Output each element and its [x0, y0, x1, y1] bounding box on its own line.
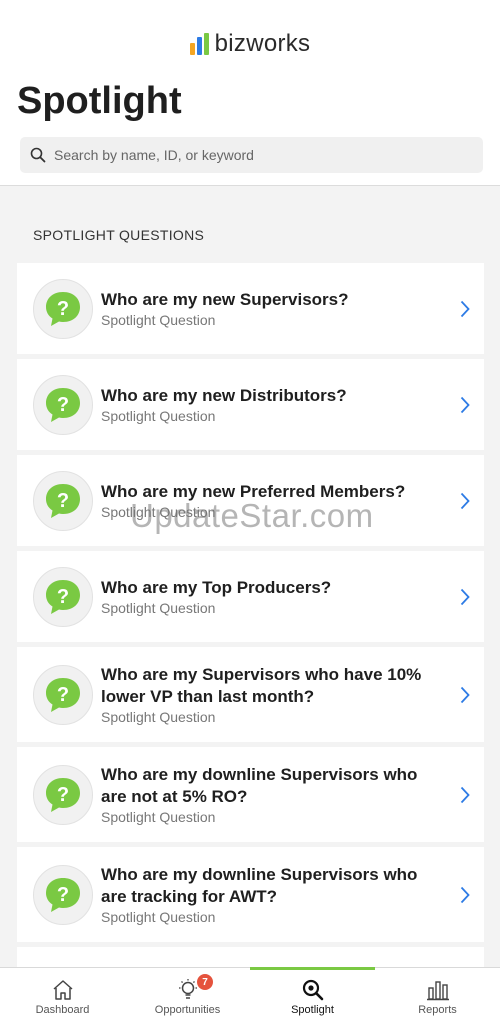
- question-bubble-icon: ?: [33, 374, 93, 435]
- chevron-right-icon: [460, 686, 470, 703]
- bar-chart-icon: [426, 981, 449, 1001]
- question-bubble-icon: ?: [33, 566, 93, 627]
- page-title: Spotlight: [17, 80, 182, 122]
- tab-spotlight[interactable]: Spotlight: [250, 967, 375, 1024]
- brand-header: bizworks: [0, 30, 500, 58]
- chevron-right-icon: [460, 786, 470, 803]
- spotlight-content[interactable]: SPOTLIGHT QUESTIONS ? Who are my new Sup…: [0, 185, 500, 967]
- question-card-partial[interactable]: [17, 947, 484, 967]
- question-title: Who are my Supervisors who have 10% lowe…: [101, 665, 422, 706]
- question-card[interactable]: ? Who are my downline Supervisors who ar…: [17, 847, 484, 942]
- question-bubble-icon: ?: [33, 664, 93, 725]
- question-subtitle: Spotlight Question: [101, 709, 216, 725]
- search-icon: [302, 979, 323, 1001]
- chevron-right-icon: [460, 886, 470, 903]
- chevron-right-icon: [460, 492, 470, 509]
- tab-label: Opportunities: [154, 1004, 221, 1016]
- home-icon: [53, 980, 72, 1000]
- question-card[interactable]: ? Who are my new Distributors? Spotlight…: [17, 359, 484, 450]
- tab-reports[interactable]: Reports: [375, 968, 500, 1024]
- question-subtitle: Spotlight Question: [101, 504, 216, 520]
- question-title: Who are my downline Supervisors who are …: [101, 865, 418, 906]
- question-subtitle: Spotlight Question: [101, 312, 216, 328]
- chevron-right-icon: [460, 396, 470, 413]
- question-bubble-icon: ?: [33, 864, 93, 925]
- brand-name: bizworks: [214, 30, 311, 57]
- question-card[interactable]: ? Who are my downline Supervisors who ar…: [17, 747, 484, 842]
- search-input[interactable]: [54, 147, 454, 163]
- tab-opportunities[interactable]: 7 Opportunities: [125, 968, 250, 1024]
- chevron-right-icon: [460, 300, 470, 317]
- question-card[interactable]: ? Who are my new Preferred Members? Spot…: [17, 455, 484, 546]
- svg-text:?: ?: [57, 586, 69, 608]
- question-card[interactable]: ? Who are my new Supervisors? Spotlight …: [17, 263, 484, 354]
- question-subtitle: Spotlight Question: [101, 909, 216, 925]
- spotlight-question-list: ? Who are my new Supervisors? Spotlight …: [17, 263, 484, 967]
- svg-text:?: ?: [57, 884, 69, 906]
- svg-text:?: ?: [57, 784, 69, 806]
- question-card[interactable]: ? Who are my Top Producers? Spotlight Qu…: [17, 551, 484, 642]
- question-subtitle: Spotlight Question: [101, 408, 216, 424]
- tab-label: Dashboard: [35, 1004, 90, 1016]
- svg-text:?: ?: [57, 490, 69, 512]
- tab-label: Reports: [418, 1004, 457, 1016]
- question-title: Who are my Top Producers?: [101, 578, 332, 597]
- question-bubble-icon: ?: [33, 764, 93, 825]
- question-bubble-icon: ?: [33, 470, 93, 531]
- section-title: SPOTLIGHT QUESTIONS: [33, 227, 205, 243]
- lightbulb-icon: [178, 979, 197, 999]
- svg-text:?: ?: [57, 298, 69, 320]
- question-title: Who are my new Supervisors?: [101, 290, 349, 309]
- chevron-right-icon: [460, 588, 470, 605]
- bottom-tab-bar: Dashboard 7 Opportunities Spotlight Repo…: [0, 967, 500, 1024]
- question-bubble-icon: ?: [33, 278, 93, 339]
- question-subtitle: Spotlight Question: [101, 809, 216, 825]
- tab-label: Spotlight: [291, 1004, 334, 1016]
- search-icon: [30, 147, 46, 163]
- active-tab-indicator: [250, 967, 375, 970]
- question-title: Who are my new Preferred Members?: [101, 482, 406, 501]
- svg-text:?: ?: [57, 684, 69, 706]
- notification-badge: 7: [197, 974, 213, 990]
- question-title: Who are my new Distributors?: [101, 386, 347, 405]
- question-subtitle: Spotlight Question: [101, 600, 216, 616]
- bizworks-logo-icon: [189, 33, 209, 55]
- question-card[interactable]: ? Who are my Supervisors who have 10% lo…: [17, 647, 484, 742]
- search-bar[interactable]: [20, 137, 483, 173]
- tab-dashboard[interactable]: Dashboard: [0, 968, 125, 1024]
- svg-text:?: ?: [57, 394, 69, 416]
- question-title: Who are my downline Supervisors who are …: [101, 765, 418, 806]
